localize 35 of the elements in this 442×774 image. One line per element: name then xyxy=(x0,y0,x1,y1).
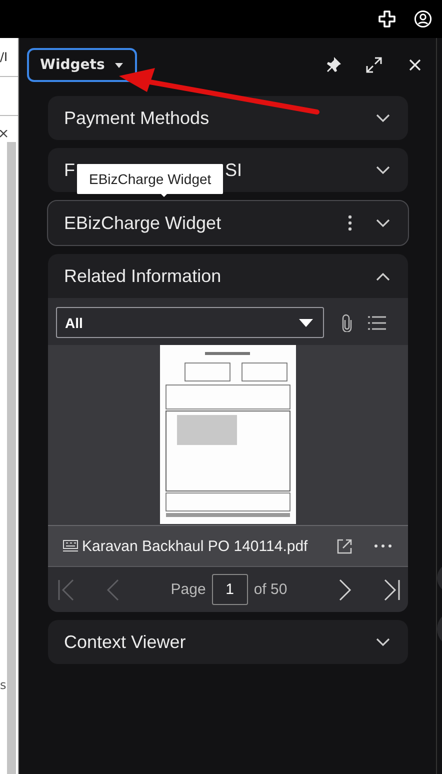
tooltip-pointer-icon xyxy=(159,192,169,197)
page-label: Page xyxy=(170,581,206,598)
last-page-button[interactable] xyxy=(382,578,402,602)
tooltip: EBizCharge Widget xyxy=(77,164,224,194)
scrollbar[interactable] xyxy=(7,142,16,774)
chevron-up-icon[interactable] xyxy=(376,272,390,280)
chevron-down-icon[interactable] xyxy=(376,114,390,122)
widget-title: Payment Methods xyxy=(64,108,210,128)
text-fragment: /I xyxy=(0,50,8,64)
chevron-down-icon[interactable] xyxy=(376,638,390,646)
paperclip-icon[interactable] xyxy=(342,314,352,332)
caret-icon xyxy=(114,62,123,68)
chevron-down-icon[interactable] xyxy=(376,218,390,228)
open-external-icon[interactable] xyxy=(337,538,352,554)
chevron-down-icon[interactable] xyxy=(376,166,390,174)
widget-title: F xyxy=(64,160,75,180)
widget-title: EBizCharge Widget xyxy=(64,212,222,234)
kebab-icon[interactable] xyxy=(348,215,352,231)
pin-icon[interactable] xyxy=(324,56,342,74)
add-icon[interactable] xyxy=(378,10,396,28)
expand-icon[interactable] xyxy=(365,56,383,74)
widget-title: Context Viewer xyxy=(64,632,186,652)
widgets-button[interactable]: Widgets xyxy=(27,48,137,82)
page-of-label: of 50 xyxy=(254,581,288,598)
more-icon[interactable] xyxy=(374,544,392,548)
close-icon[interactable] xyxy=(0,130,8,138)
widget-title: Related Information xyxy=(64,266,222,286)
caret-icon xyxy=(299,318,313,326)
widget-title: SI xyxy=(225,160,242,180)
list-icon[interactable] xyxy=(368,316,386,330)
text-fragment: s xyxy=(0,678,6,692)
filter-dropdown[interactable]: All xyxy=(56,307,324,338)
account-icon[interactable] xyxy=(414,10,432,28)
pdf-file-icon xyxy=(63,540,78,552)
page-number-field[interactable]: 1 xyxy=(212,574,248,605)
